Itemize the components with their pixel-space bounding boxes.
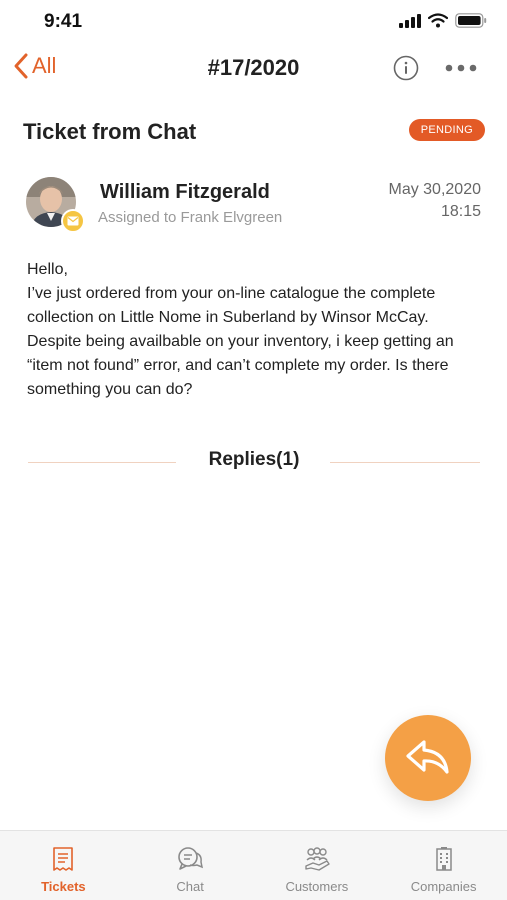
ticket-time: 18:15 xyxy=(440,203,481,220)
tab-chat[interactable]: Chat xyxy=(127,831,254,900)
assigned-to: Assigned to Frank Elvgreen xyxy=(98,209,283,226)
reply-button[interactable] xyxy=(385,715,471,801)
sender-row: William Fitzgerald Assigned to Frank Elv… xyxy=(26,175,481,235)
status-bar: 9:41 xyxy=(0,0,507,44)
more-options-button[interactable] xyxy=(444,55,478,81)
ticket-date: May 30,2020 xyxy=(388,181,481,198)
replies-divider: Replies(1) xyxy=(28,447,480,477)
tab-label-customers: Customers xyxy=(285,879,349,894)
back-button[interactable]: All xyxy=(12,52,56,80)
signal-icon xyxy=(399,13,421,28)
info-icon xyxy=(393,55,419,81)
status-icons xyxy=(399,13,487,28)
tab-label-chat: Chat xyxy=(176,879,204,894)
battery-icon xyxy=(455,13,487,28)
info-button[interactable] xyxy=(393,55,419,81)
page-title: #17/2020 xyxy=(207,55,300,80)
tab-bar: Tickets Chat Customers Companies xyxy=(0,830,507,900)
message-body: Hello, I’ve just ordered from your on-li… xyxy=(27,261,454,398)
email-channel-badge xyxy=(61,209,85,233)
sender-name: William Fitzgerald xyxy=(100,181,270,203)
status-time: 9:41 xyxy=(44,11,83,32)
status-badge: PENDING xyxy=(408,119,485,141)
ticket-icon xyxy=(49,845,77,873)
envelope-icon xyxy=(67,216,79,226)
ticket-timestamp: May 30,2020 18:15 xyxy=(388,179,481,223)
chat-icon xyxy=(176,845,204,873)
replies-label: Replies(1) xyxy=(208,449,300,470)
nav-bar: All #17/2020 xyxy=(0,44,507,92)
customers-icon xyxy=(303,845,331,873)
back-label: All xyxy=(32,53,57,78)
divider-line-right xyxy=(330,462,480,463)
ticket-title: Ticket from Chat xyxy=(23,119,197,144)
tab-customers[interactable]: Customers xyxy=(254,831,381,900)
tab-companies[interactable]: Companies xyxy=(380,831,507,900)
ticket-header: Ticket from Chat PENDING xyxy=(23,115,485,149)
reply-icon xyxy=(406,740,449,774)
tab-label-tickets: Tickets xyxy=(41,879,86,894)
chevron-left-icon xyxy=(14,53,28,79)
more-dots-icon xyxy=(445,64,477,72)
tab-label-companies: Companies xyxy=(410,879,477,894)
companies-icon xyxy=(430,845,458,873)
tab-tickets[interactable]: Tickets xyxy=(0,831,127,900)
wifi-icon xyxy=(428,13,448,28)
